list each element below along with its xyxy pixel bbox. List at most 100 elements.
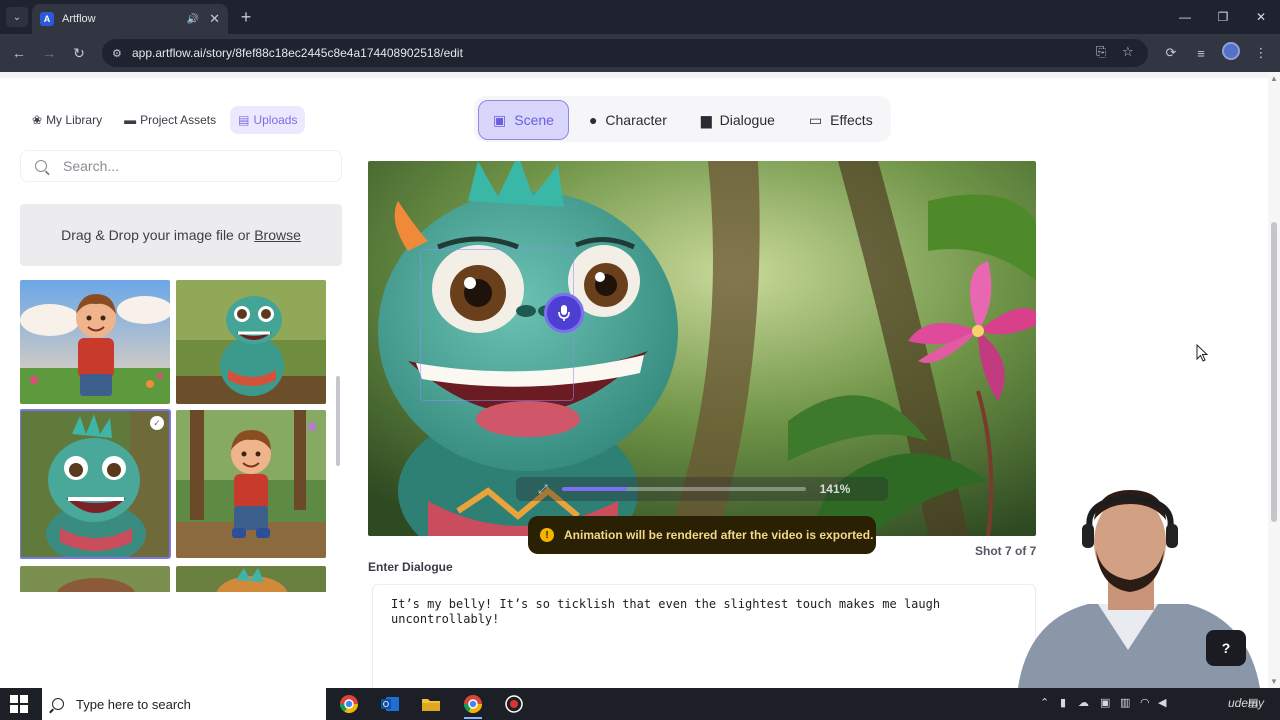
zoom-slider-fill bbox=[561, 487, 628, 491]
camera-icon: ▭ bbox=[808, 111, 823, 128]
dialogue-input[interactable]: It’s my belly! It’s so ticklish that eve… bbox=[372, 584, 1036, 688]
file-icon: ▤ bbox=[238, 113, 250, 127]
udemy-watermark: udemy bbox=[1228, 696, 1265, 710]
svg-text:O: O bbox=[383, 700, 389, 709]
back-arrow-icon[interactable]: ← bbox=[8, 42, 30, 64]
render-notice-toast: ! Animation will be rendered after the v… bbox=[528, 516, 876, 554]
tab-scene[interactable]: ▣ Scene bbox=[478, 100, 569, 140]
tray-chevron-icon[interactable]: ⌃ bbox=[1040, 696, 1049, 709]
close-window-icon[interactable]: ✕ bbox=[1242, 0, 1280, 34]
site-info-icon[interactable]: ⚙ bbox=[112, 47, 128, 60]
library-tabs: ❀ My Library ▬ Project Assets ▤ Uploads bbox=[24, 106, 306, 134]
scene-canvas[interactable]: ⤢ 141% bbox=[368, 161, 1036, 536]
browser-tab[interactable]: A Artflow 🔊 ✕ bbox=[32, 4, 228, 34]
person-icon: ● bbox=[588, 112, 598, 128]
books-icon: ❀ bbox=[32, 113, 43, 127]
upload-thumbnail-partial-1[interactable] bbox=[20, 566, 170, 592]
menu-dots-icon[interactable]: ⋮ bbox=[1250, 42, 1272, 64]
tab-label: Project Assets bbox=[140, 113, 217, 127]
search-icon bbox=[35, 160, 47, 172]
tray-volume-icon[interactable]: ◀ bbox=[1158, 696, 1166, 709]
folder-icon: ▬ bbox=[124, 113, 137, 127]
tab-title: Artflow bbox=[62, 13, 96, 25]
file-explorer-icon[interactable] bbox=[416, 692, 446, 716]
selected-check-icon: ✓ bbox=[150, 416, 164, 430]
scroll-down-icon[interactable]: ▼ bbox=[1270, 677, 1278, 686]
taskbar-search-text: Type here to search bbox=[76, 696, 191, 712]
upload-thumbnail-boy-forest[interactable] bbox=[176, 410, 326, 558]
zoom-level: 141% bbox=[819, 482, 851, 496]
install-app-icon[interactable]: ⎘ bbox=[1096, 44, 1106, 60]
zoom-slider[interactable] bbox=[561, 487, 806, 491]
grid-scroll-thumb[interactable] bbox=[336, 376, 340, 466]
upload-thumbnail-partial-2[interactable] bbox=[176, 566, 326, 592]
upload-thumbnail-dino-closeup[interactable]: ✓ bbox=[20, 409, 171, 559]
image-icon: ▣ bbox=[493, 111, 507, 128]
tab-label: My Library bbox=[46, 113, 103, 127]
close-tab-icon[interactable]: ✕ bbox=[209, 11, 220, 27]
tab-label: Effects bbox=[830, 112, 873, 128]
tray-wifi-icon[interactable]: ◠ bbox=[1140, 696, 1150, 709]
tab-label: Uploads bbox=[253, 113, 298, 127]
toast-message: Animation will be rendered after the vid… bbox=[564, 528, 874, 542]
tab-my-library[interactable]: ❀ My Library bbox=[24, 106, 110, 134]
tab-character[interactable]: ● Character bbox=[575, 100, 681, 140]
upload-thumbnail-boy-meadow[interactable] bbox=[20, 280, 170, 404]
taskbar-search[interactable]: Type here to search bbox=[42, 688, 326, 720]
extension-icon[interactable]: ⟳ bbox=[1160, 42, 1182, 64]
minimize-icon[interactable]: — bbox=[1166, 0, 1204, 34]
windows-start-icon[interactable] bbox=[10, 695, 28, 713]
uploads-grid: ✓ bbox=[20, 280, 330, 592]
editor-mode-tabs: ▣ Scene ● Character ▆ Dialogue ▭ Effects bbox=[474, 96, 891, 142]
microphone-icon bbox=[558, 305, 570, 321]
reload-icon[interactable]: ↻ bbox=[68, 42, 90, 64]
tab-dialogue[interactable]: ▆ Dialogue bbox=[687, 100, 789, 140]
tray-mic-icon[interactable]: ▮ bbox=[1060, 696, 1066, 709]
chrome-app-icon[interactable] bbox=[334, 692, 364, 716]
new-tab-button[interactable]: + bbox=[236, 7, 256, 27]
tab-uploads[interactable]: ▤ Uploads bbox=[230, 106, 306, 134]
bookmark-star-icon[interactable]: ☆ bbox=[1122, 44, 1134, 60]
dropzone-text: Drag & Drop your image file or bbox=[61, 227, 251, 243]
help-button[interactable]: ? bbox=[1206, 630, 1246, 666]
forward-arrow-icon[interactable]: → bbox=[38, 42, 60, 64]
browser-titlebar: ⌄ A Artflow 🔊 ✕ + — ❐ ✕ bbox=[0, 0, 1280, 34]
speaker-icon[interactable]: 🔊 bbox=[187, 14, 199, 25]
tray-onedrive-icon[interactable]: ☁ bbox=[1078, 696, 1089, 709]
tab-search-dropdown-icon[interactable]: ⌄ bbox=[6, 7, 28, 27]
page-scrollbar[interactable]: ▲ ▼ bbox=[1268, 72, 1280, 688]
microphone-button[interactable] bbox=[544, 293, 584, 333]
window-controls: — ❐ ✕ bbox=[1166, 0, 1280, 34]
search-field bbox=[20, 150, 342, 182]
page-scroll-thumb[interactable] bbox=[1271, 222, 1277, 522]
upload-thumbnail-dino-jungle[interactable] bbox=[176, 280, 326, 404]
address-bar[interactable]: ⚙ app.artflow.ai/story/8fef88c18ec2445c8… bbox=[102, 39, 1148, 67]
windows-taskbar: Type here to search O ⌃ ▮ ☁ ▣ ▥ ◠ ◀ ▤ bbox=[0, 688, 1280, 720]
recorder-app-icon[interactable] bbox=[499, 692, 529, 716]
chat-icon: ▆ bbox=[700, 111, 712, 128]
artflow-favicon-icon: A bbox=[40, 12, 54, 26]
tray-network-icon[interactable]: ▥ bbox=[1120, 696, 1130, 709]
tab-effects[interactable]: ▭ Effects bbox=[795, 100, 887, 140]
browser-toolbar: ← → ↻ ⚙ app.artflow.ai/story/8fef88c18ec… bbox=[0, 34, 1280, 72]
grid-scrollbar[interactable] bbox=[334, 280, 340, 590]
tray-app-icon[interactable]: ▣ bbox=[1100, 696, 1110, 709]
image-dropzone[interactable]: Drag & Drop your image file or Browse bbox=[20, 204, 342, 266]
restore-icon[interactable]: ❐ bbox=[1204, 0, 1242, 34]
search-input[interactable] bbox=[63, 158, 313, 174]
outlook-app-icon[interactable]: O bbox=[375, 692, 405, 716]
profile-avatar[interactable] bbox=[1222, 42, 1240, 60]
tab-project-assets[interactable]: ▬ Project Assets bbox=[116, 106, 224, 134]
url-text: app.artflow.ai/story/8fef88c18ec2445c8e4… bbox=[132, 46, 463, 60]
tab-label: Character bbox=[605, 112, 667, 128]
header-strip bbox=[0, 72, 1268, 78]
expand-icon[interactable]: ⤢ bbox=[538, 482, 548, 497]
reading-list-icon[interactable]: ≡ bbox=[1190, 42, 1212, 64]
chrome-active-app-icon[interactable] bbox=[458, 692, 488, 719]
mouse-cursor-icon bbox=[1196, 344, 1208, 362]
zoom-control: ⤢ 141% bbox=[516, 477, 888, 501]
tab-label: Scene bbox=[514, 112, 554, 128]
scroll-up-icon[interactable]: ▲ bbox=[1270, 74, 1278, 83]
browse-link[interactable]: Browse bbox=[254, 227, 301, 243]
warning-icon: ! bbox=[540, 528, 554, 542]
